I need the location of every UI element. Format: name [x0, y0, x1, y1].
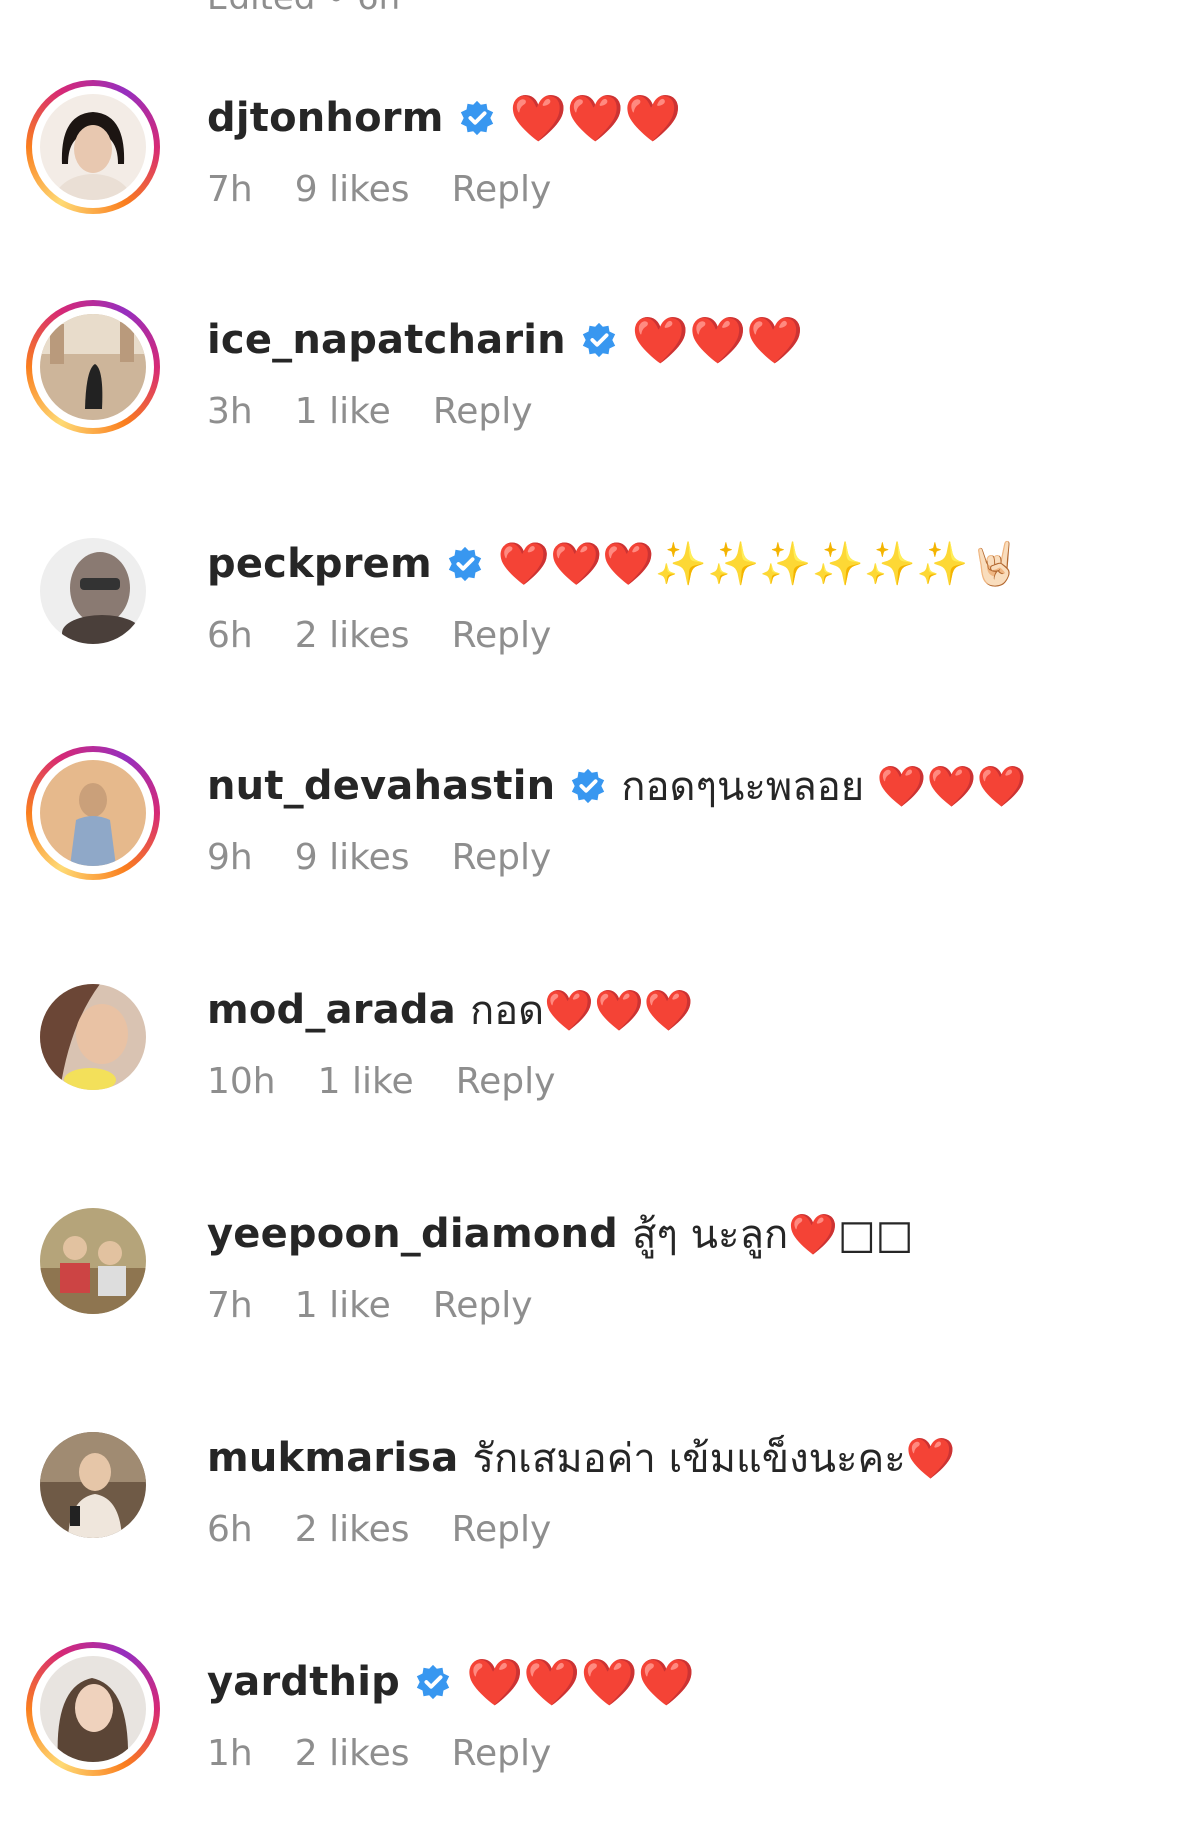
comment-time: 9h	[207, 836, 253, 878]
avatar	[40, 1656, 146, 1762]
reply-button[interactable]: Reply	[452, 837, 552, 878]
comment-text: กอด❤️❤️❤️	[469, 988, 694, 1034]
avatar	[40, 94, 146, 200]
verified-badge-icon	[446, 545, 484, 583]
username[interactable]: mukmarisa	[207, 1435, 458, 1481]
username[interactable]: yardthip	[207, 1659, 400, 1705]
username[interactable]: ice_napatcharin	[207, 317, 566, 363]
comment-item: mukmarisa รักเสมอค่า เข้มแข็งนะคะ❤️ 6h 2…	[0, 1420, 1200, 1620]
likes-count[interactable]: 9 likes	[295, 837, 410, 878]
avatar-image	[40, 538, 146, 644]
comment-text: ❤️❤️❤️	[631, 312, 804, 367]
comment-item: ice_napatcharin ❤️❤️❤️ 3h 1 like Reply	[0, 300, 1200, 502]
avatar-story-ring[interactable]	[26, 80, 160, 214]
avatar-story-ring[interactable]	[26, 1642, 160, 1776]
comment-text: รักเสมอค่า เข้มแข็งนะคะ❤️	[472, 1436, 956, 1482]
avatar-story-ring[interactable]	[26, 300, 160, 434]
reply-button[interactable]: Reply	[433, 1285, 533, 1326]
comment-item: yardthip ❤️❤️❤️❤️ 1h 2 likes Reply	[0, 1642, 1200, 1844]
reply-button[interactable]: Reply	[452, 1509, 552, 1550]
username[interactable]: yeepoon_diamond	[207, 1211, 618, 1257]
likes-count[interactable]: 2 likes	[295, 1509, 410, 1550]
likes-count[interactable]: 1 like	[295, 1285, 391, 1326]
comment-time: 7h	[207, 168, 253, 210]
comment-text: ❤️❤️❤️❤️	[465, 1654, 696, 1709]
avatar-image	[40, 1432, 146, 1538]
reply-button[interactable]: Reply	[456, 1061, 556, 1102]
verified-badge-icon	[458, 99, 496, 137]
avatar[interactable]	[26, 524, 160, 658]
reply-button[interactable]: Reply	[452, 169, 552, 210]
comment-item: yeepoon_diamond สู้ๆ นะลูก❤️□□ 7h 1 like…	[0, 1196, 1200, 1396]
comment-time: 10h	[207, 1060, 276, 1102]
comment-time: 6h	[207, 614, 253, 656]
likes-count[interactable]: 2 likes	[295, 615, 410, 656]
avatar-image	[40, 1208, 146, 1314]
comment-item: mod_arada กอด❤️❤️❤️ 10h 1 like Reply	[0, 972, 1200, 1172]
username[interactable]: djtonhorm	[207, 95, 444, 141]
avatar[interactable]	[26, 1194, 160, 1328]
comment-text: กอดๆนะพลอย ❤️❤️❤️	[621, 764, 1027, 810]
comment-text: ❤️❤️❤️	[509, 90, 682, 145]
comment-time: 1h	[207, 1732, 253, 1774]
comment-time: 7h	[207, 1284, 253, 1326]
likes-count[interactable]: 1 like	[295, 391, 391, 432]
comment-time: 6h	[207, 1508, 253, 1550]
likes-count[interactable]: 9 likes	[295, 169, 410, 210]
likes-count[interactable]: 2 likes	[295, 1733, 410, 1774]
comment-item: nut_devahastin กอดๆนะพลอย ❤️❤️❤️ 9h 9 li…	[0, 746, 1200, 948]
comment-time: 3h	[207, 390, 253, 432]
username[interactable]: mod_arada	[207, 987, 456, 1033]
reply-button[interactable]: Reply	[452, 615, 552, 656]
username[interactable]: peckprem	[207, 541, 432, 587]
avatar-story-ring[interactable]	[26, 746, 160, 880]
username[interactable]: nut_devahastin	[207, 763, 555, 809]
verified-badge-icon	[414, 1663, 452, 1701]
avatar	[40, 760, 146, 866]
previous-comment-meta: Edited • 6h	[207, 0, 400, 18]
reply-button[interactable]: Reply	[433, 391, 533, 432]
avatar	[40, 314, 146, 420]
reply-button[interactable]: Reply	[452, 1733, 552, 1774]
avatar-image	[40, 984, 146, 1090]
comment-text: สู้ๆ นะลูก❤️□□	[632, 1212, 914, 1258]
verified-badge-icon	[569, 767, 607, 805]
comment-item: peckprem ❤️❤️❤️✨✨✨✨✨✨🤘🏻 6h 2 likes Reply	[0, 526, 1200, 726]
comment-item: djtonhorm ❤️❤️❤️ 7h 9 likes Reply	[0, 80, 1200, 280]
avatar[interactable]	[26, 970, 160, 1104]
likes-count[interactable]: 1 like	[318, 1061, 414, 1102]
verified-badge-icon	[580, 321, 618, 359]
avatar[interactable]	[26, 1418, 160, 1552]
comment-text: ❤️❤️❤️✨✨✨✨✨✨🤘🏻	[497, 539, 1021, 588]
